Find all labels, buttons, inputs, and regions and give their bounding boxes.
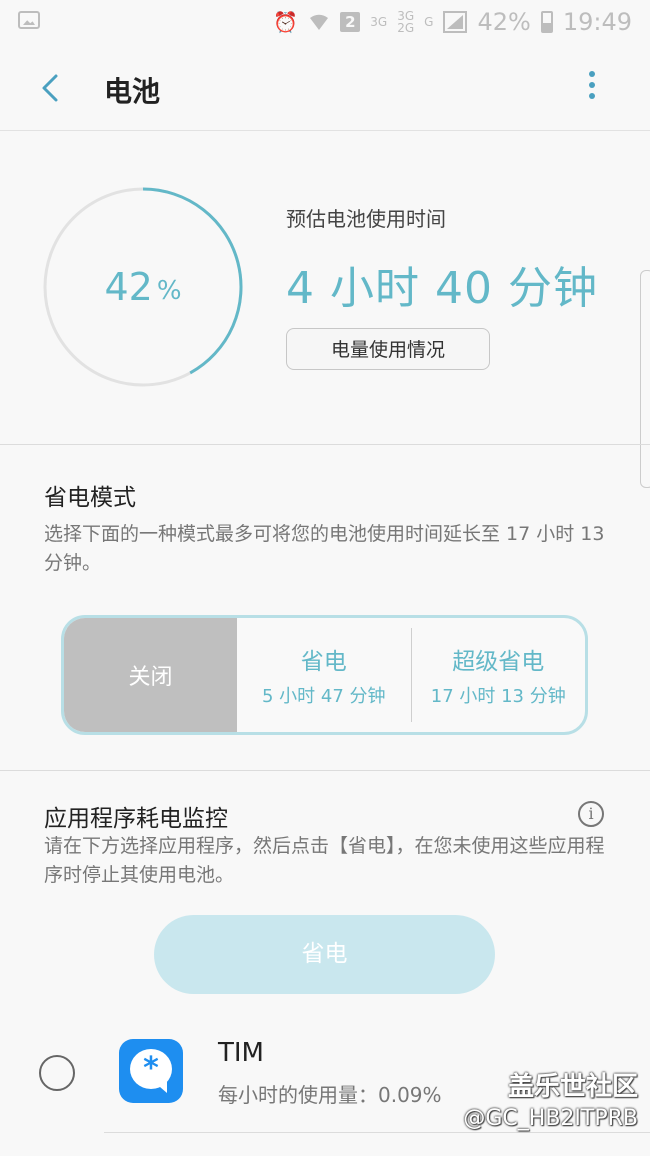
tim-app-icon: * [119,1039,183,1103]
divider [0,444,650,445]
divider [0,770,650,771]
watermark-handle: @GC_HB2ITPRB [463,1106,638,1131]
estimate-value: 4 小时 40 分钟 [286,263,598,314]
network-type-3: 2G [397,21,415,35]
power-saving-title: 省电模式 [44,485,136,511]
list-divider [104,1132,650,1133]
battery-percent-value: 42 [104,265,153,309]
info-icon[interactable]: i [578,801,604,827]
battery-icon [540,11,553,33]
mode-power-saving-time: 5 小时 47 分钟 [261,686,386,707]
battery-percent-sign: % [156,276,182,306]
sim-badge: 2 [340,12,361,32]
status-bar: ⏰ 2 3G 3G 2G G 42% 19:49 [0,0,650,44]
clock: 19:49 [562,8,632,36]
image-icon [18,11,40,29]
scroll-indicator[interactable] [640,270,650,488]
wifi-icon [310,14,329,30]
mode-off-label: 关闭 [128,665,173,690]
mode-off-button[interactable]: 关闭 [64,618,237,732]
mode-power-saving-label: 省电 [300,649,347,675]
power-saving-description: 选择下面的一种模式最多可将您的电池使用时间延长至 17 小时 13 分钟。 [44,523,605,574]
power-mode-selector: 关闭 省电 5 小时 47 分钟 超级省电 17 小时 13 分钟 [61,615,588,735]
network-type-4: G [424,15,434,29]
back-arrow-icon[interactable] [38,73,64,103]
mode-power-saving-button[interactable]: 省电 5 小时 47 分钟 [237,618,411,732]
network-type-1: 3G [370,15,388,29]
battery-percent-readout: 42 % [42,186,244,388]
save-power-button[interactable]: 省电 [154,915,495,994]
app-bar: 电池 [0,44,650,131]
mode-ultra-saving-button[interactable]: 超级省电 17 小时 13 分钟 [412,618,586,732]
mode-ultra-saving-label: 超级省电 [452,649,545,675]
more-vert-icon[interactable] [584,71,600,107]
app-select-radio[interactable] [39,1055,75,1091]
estimate-label: 预估电池使用时间 [286,207,446,231]
status-icons: ⏰ 2 3G 3G 2G G 42% 19:49 [273,8,632,36]
battery-percent: 42% [477,8,531,36]
page-title: 电池 [104,75,161,108]
battery-usage-button[interactable]: 电量使用情况 [286,328,490,370]
app-name: TIM [218,1038,264,1068]
network-type-stack: 3G 2G [397,10,414,34]
mode-ultra-saving-time: 17 小时 13 分钟 [430,686,566,707]
app-usage: 每小时的使用量：0.09% [218,1083,442,1107]
signal-icon [443,11,468,33]
watermark-title: 盖乐世社区 [507,1072,638,1102]
app-monitor-title: 应用程序耗电监控 [44,806,228,832]
app-monitor-description: 请在下方选择应用程序，然后点击【省电】，在您未使用这些应用程序时停止其使用电池。 [44,835,605,886]
alarm-icon: ⏰ [273,10,299,34]
